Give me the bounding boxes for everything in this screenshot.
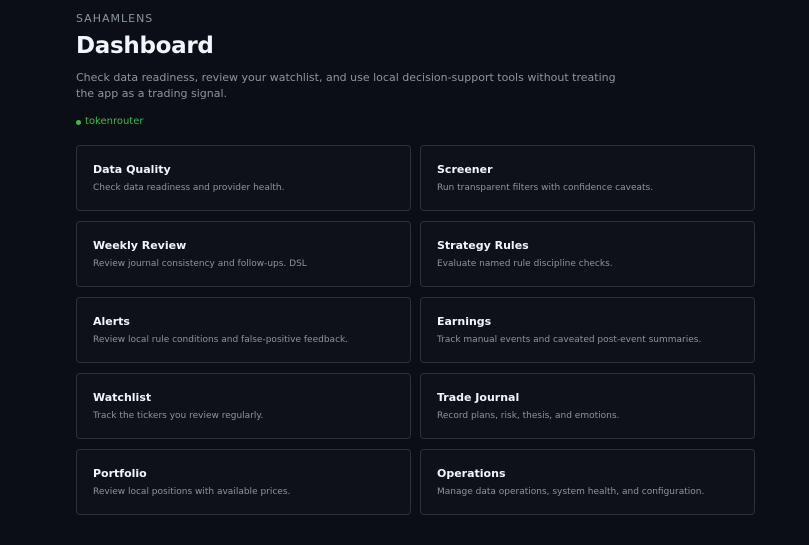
card-strategy-rules[interactable]: Strategy Rules Evaluate named rule disci… — [420, 221, 755, 287]
card-earnings[interactable]: Earnings Track manual events and caveate… — [420, 297, 755, 363]
card-title: Screener — [437, 163, 493, 176]
card-description: Track the tickers you review regularly. — [93, 411, 264, 421]
dashboard-card-grid: Data Quality Check data readiness and pr… — [76, 145, 755, 515]
card-title: Trade Journal — [437, 391, 520, 404]
card-portfolio[interactable]: Portfolio Review local positions with av… — [76, 449, 411, 515]
page-title: Dashboard — [76, 33, 214, 59]
page-subtitle: Check data readiness, review your watchl… — [76, 71, 616, 100]
card-title: Alerts — [93, 315, 130, 328]
status-dot-icon — [76, 119, 81, 125]
card-description: Record plans, risk, thesis, and emotions… — [437, 411, 620, 421]
card-title: Data Quality — [93, 163, 171, 176]
card-screener[interactable]: Screener Run transparent filters with co… — [420, 145, 755, 211]
card-description: Review journal consistency and follow-up… — [93, 259, 307, 269]
provider-status: tokenrouter — [76, 116, 636, 128]
card-alerts[interactable]: Alerts Review local rule conditions and … — [76, 297, 411, 363]
card-description: Review local rule conditions and false-p… — [93, 335, 349, 345]
card-operations[interactable]: Operations Manage data operations, syste… — [420, 449, 755, 515]
card-title: Operations — [437, 467, 506, 480]
card-data-quality[interactable]: Data Quality Check data readiness and pr… — [76, 145, 411, 211]
card-description: Track manual events and caveated post-ev… — [437, 335, 702, 345]
card-title: Portfolio — [93, 467, 147, 480]
provider-status-label: tokenrouter — [85, 116, 144, 127]
card-title: Strategy Rules — [437, 239, 529, 252]
card-trade-journal[interactable]: Trade Journal Record plans, risk, thesis… — [420, 373, 755, 439]
card-description: Manage data operations, system health, a… — [437, 487, 705, 497]
card-description: Review local positions with available pr… — [93, 487, 291, 497]
card-title: Weekly Review — [93, 239, 187, 252]
card-watchlist[interactable]: Watchlist Track the tickers you review r… — [76, 373, 411, 439]
card-title: Earnings — [437, 315, 492, 328]
card-description: Check data readiness and provider health… — [93, 183, 285, 193]
card-description: Run transparent filters with confidence … — [437, 183, 654, 193]
app-name: SAHAMLENS — [76, 12, 154, 25]
card-title: Watchlist — [93, 391, 152, 404]
card-weekly-review[interactable]: Weekly Review Review journal consistency… — [76, 221, 411, 287]
page-header: SAHAMLENS Dashboard Check data readiness… — [76, 12, 636, 128]
card-description: Evaluate named rule discipline checks. — [437, 259, 613, 269]
